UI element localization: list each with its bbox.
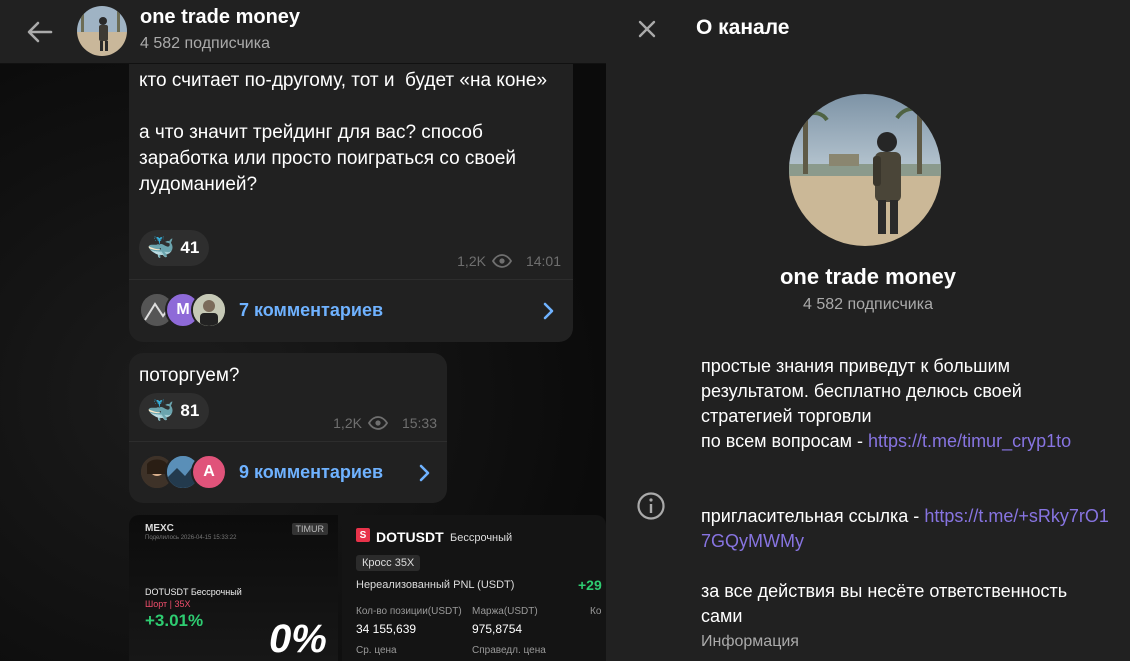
message-bubble: кто считает по-другому, тот и будет «на … (129, 50, 573, 342)
message-meta: 1,2K 14:01 (457, 253, 561, 269)
truncated-label: Ко (590, 606, 602, 617)
pair-badge: S (356, 528, 370, 542)
description-invite: пригласительная ссылка - https://t.me/+s… (701, 504, 1111, 554)
contact-link[interactable]: https://t.me/timur_cryp1to (868, 431, 1071, 451)
message-time: 14:01 (525, 253, 561, 269)
channel-info-panel: О канале one trade money 4 582 подписчик… (606, 0, 1130, 661)
trade-pair: DOTUSDT (376, 529, 444, 545)
user-tag: TIMUR (291, 523, 328, 535)
margin-value: 975,8754 (472, 622, 523, 636)
invite-prefix: пригласительная ссылка - (701, 506, 925, 526)
position-size-label: Кол-во позиции(USDT) (356, 606, 462, 617)
message-time: 15:33 (401, 415, 437, 431)
message-text: кто считает по-другому, тот и будет «на … (139, 70, 548, 195)
position-size-value: 34 155,639 (356, 622, 417, 636)
message-text: поторгуем? (139, 365, 240, 386)
trade-screenshot-mexc[interactable]: MEXC TIMUR Поделилось 2026-04-15 15:33:2… (129, 515, 338, 661)
close-button[interactable] (632, 14, 662, 44)
fair-price-label: Справедл. цена (472, 645, 546, 656)
subscriber-count: 4 582 подписчика (140, 35, 270, 52)
description-disclaimer: за все действия вы несёте ответственност… (701, 581, 1068, 626)
reaction-count: 41 (180, 238, 200, 257)
comments-label: 7 комментариев (239, 299, 384, 320)
channel-title[interactable]: one trade money (140, 6, 300, 29)
big-percent-graphic: 0% (269, 617, 327, 661)
comments-label: 9 комментариев (239, 461, 384, 482)
chat-header[interactable]: one trade money 4 582 подписчика (0, 0, 606, 64)
pnl-value: +29 (578, 577, 602, 593)
commenter-avatar (191, 292, 227, 328)
avg-price-label: Ср. цена (356, 645, 397, 656)
comments-link[interactable]: M 7 комментариев (139, 292, 383, 328)
reaction-count: 81 (180, 401, 200, 420)
info-icon (637, 492, 665, 520)
mexc-logo: MEXC (145, 523, 174, 534)
message-bubble: поторгуем? 🐳 81 1,2K 15:33 A 9 комментар… (129, 353, 447, 503)
channel-avatar-large[interactable] (789, 94, 941, 246)
close-icon (638, 20, 656, 38)
trade-screenshot-position[interactable]: S DOTUSDT Бессрочный Кросс 35X Нереализо… (342, 515, 606, 661)
contact-prefix: по всем вопросам - (701, 431, 869, 451)
chat-area: one trade money 4 582 подписчика кто счи… (0, 0, 606, 661)
view-count: 1,2K (333, 415, 362, 431)
whale-icon: 🐳 (147, 398, 175, 423)
eye-icon (367, 416, 388, 430)
leverage-chip: Кросс 35X (356, 555, 421, 571)
margin-label: Маржа(USDT) (472, 606, 538, 617)
contract-type: Бессрочный (450, 532, 513, 544)
reaction-chip[interactable]: 🐳 41 (139, 230, 210, 266)
chevron-right-icon[interactable] (419, 464, 431, 482)
trade-pair: DOTUSDT Бессрочный (145, 587, 242, 597)
panel-title: О канале (696, 16, 790, 39)
share-date: Поделилось 2026-04-15 15:33:22 (145, 535, 237, 541)
divider (129, 279, 573, 280)
divider (129, 441, 447, 442)
back-arrow-icon (27, 21, 53, 43)
pnl-label: Нереализованный PNL (USDT) (356, 579, 515, 591)
channel-name: one trade money (779, 264, 957, 289)
chevron-right-icon[interactable] (543, 302, 555, 320)
eye-icon (491, 254, 512, 268)
whale-icon: 🐳 (147, 235, 175, 260)
message-meta: 1,2K 15:33 (333, 415, 437, 431)
channel-avatar[interactable] (77, 6, 127, 56)
trade-side: Шорт | 35X (145, 599, 191, 609)
description-contact: по всем вопросам - https://t.me/timur_cr… (701, 429, 1111, 454)
info-caption: Информация (701, 633, 799, 650)
media-album[interactable]: MEXC TIMUR Поделилось 2026-04-15 15:33:2… (129, 515, 606, 661)
trade-pnl: +3.01% (145, 611, 204, 630)
commenter-avatar: A (191, 454, 227, 490)
view-count: 1,2K (457, 253, 486, 269)
back-button[interactable] (22, 14, 58, 50)
reaction-chip[interactable]: 🐳 81 (139, 393, 210, 429)
subscriber-count: 4 582 подписчика (803, 296, 933, 313)
description-text: простые знания приведут к большим резуль… (701, 356, 1022, 426)
comments-link[interactable]: A 9 комментариев (139, 454, 383, 490)
